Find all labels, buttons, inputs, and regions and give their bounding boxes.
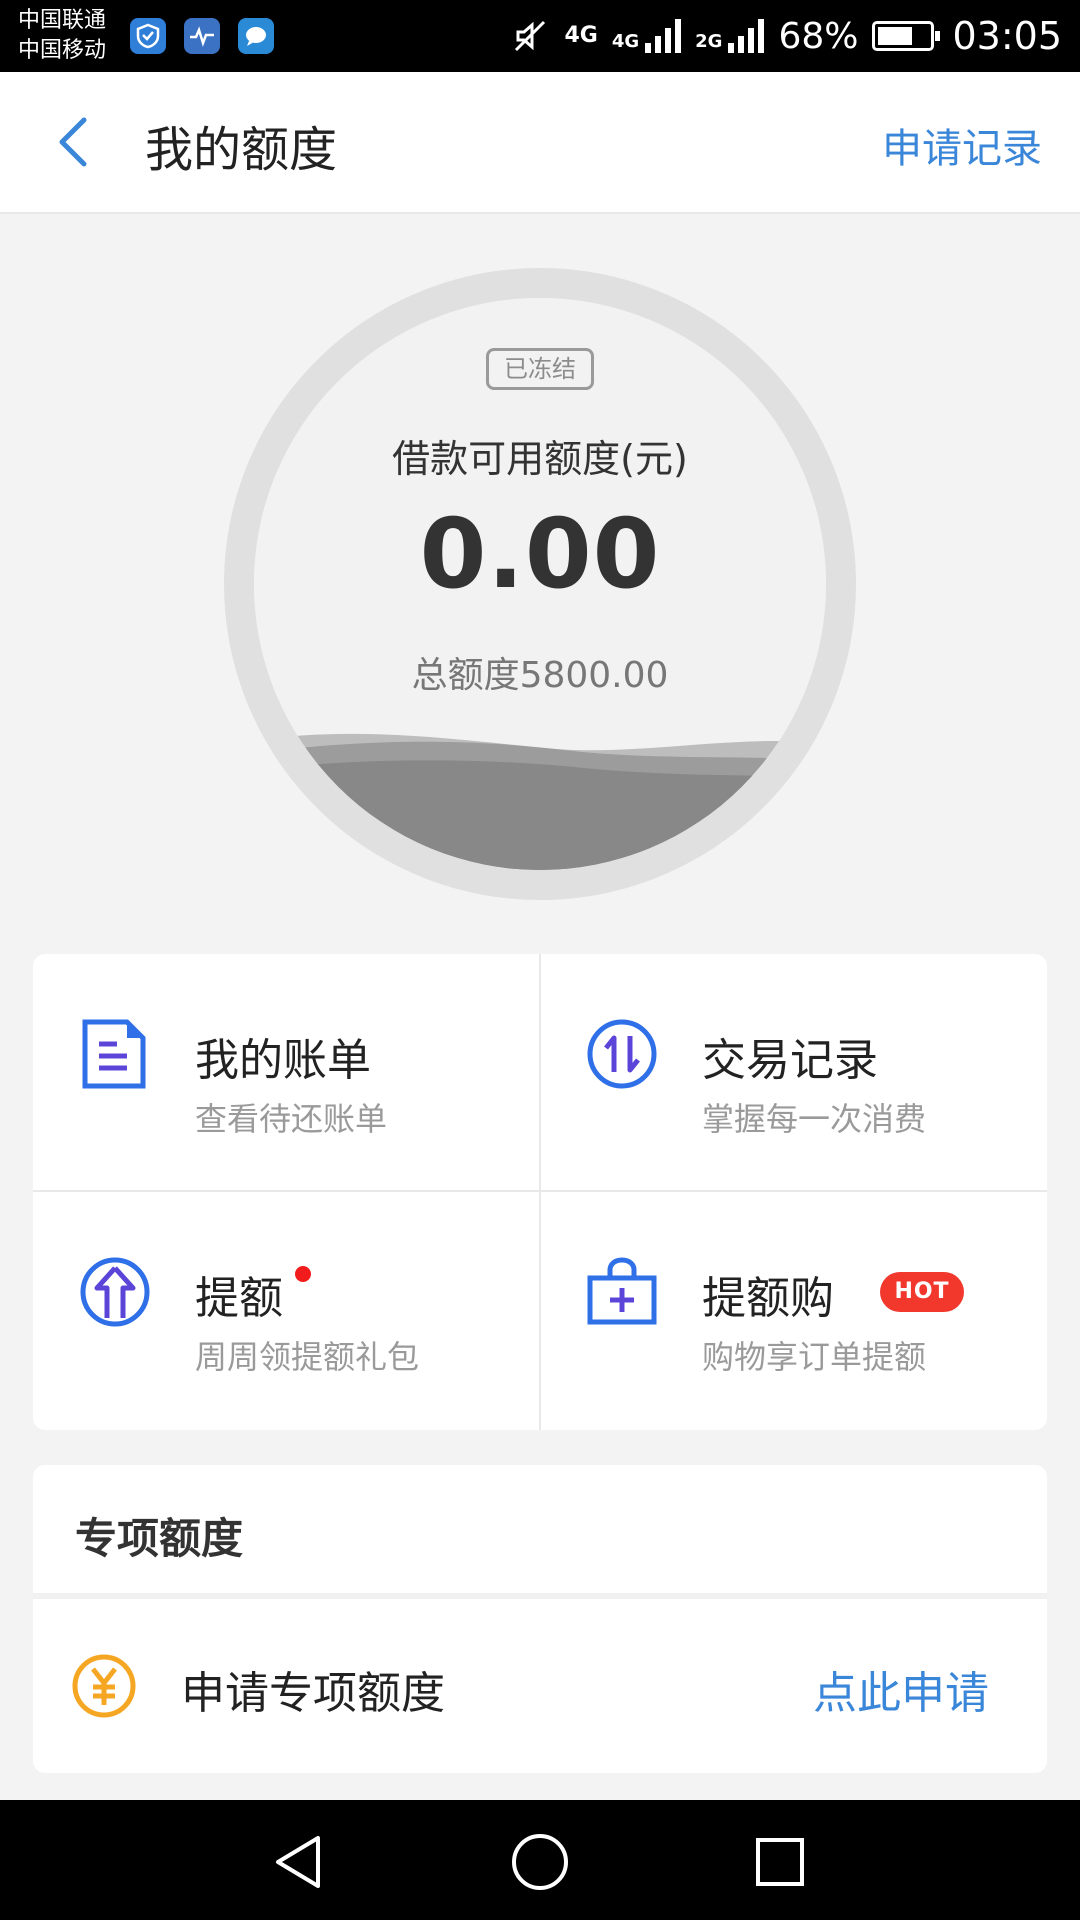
signal-group-2: 2G bbox=[695, 19, 765, 53]
nav-recents-icon[interactable] bbox=[748, 1830, 812, 1894]
screen: 中国联通 中国移动 4G 4G 2G 68% 03:05 我的额度 申请记录 已… bbox=[0, 0, 1080, 1920]
status-indicators: 4G 4G 2G 68% 03:05 bbox=[510, 0, 1062, 72]
shopping-bag-icon bbox=[587, 1257, 657, 1325]
my-bills-item[interactable]: 我的账单 查看待还账单 bbox=[33, 954, 540, 1192]
mute-icon bbox=[515, 20, 546, 52]
limit-shopping-title: 提额购 bbox=[702, 1273, 834, 1324]
application-records-link[interactable]: 申请记录 bbox=[882, 116, 1042, 174]
network-type-2: 4G bbox=[611, 31, 640, 52]
nav-home-icon[interactable] bbox=[508, 1830, 572, 1894]
special-credit-card: 专项额度 申请专项额度 点此申请 bbox=[33, 1465, 1047, 1773]
transaction-records-item[interactable]: 交易记录 掌握每一次消费 bbox=[540, 954, 1047, 1192]
carrier-2: 中国移动 bbox=[18, 38, 107, 63]
total-credit-label: 总额度5800.00 bbox=[411, 655, 669, 696]
nav-back-icon[interactable] bbox=[268, 1830, 332, 1894]
signal-bars-2 bbox=[728, 19, 765, 53]
chat-icon bbox=[238, 18, 274, 54]
status-app-icons bbox=[130, 18, 274, 54]
frozen-status-badge: 已冻结 bbox=[486, 348, 594, 390]
available-credit-value: 0.00 bbox=[419, 498, 661, 610]
system-nav-bar bbox=[0, 1800, 1080, 1920]
heart-rate-icon bbox=[184, 18, 220, 54]
status-bar: 中国联通 中国移动 4G 4G 2G 68% 03:05 bbox=[0, 0, 1080, 72]
raise-limit-title: 提额 bbox=[195, 1273, 283, 1324]
shield-icon bbox=[130, 18, 166, 54]
notification-dot bbox=[295, 1266, 311, 1282]
arrow-up-icon bbox=[80, 1257, 150, 1327]
limit-shopping-item[interactable]: 提额购 HOT 购物享订单提额 bbox=[540, 1192, 1047, 1430]
clock: 03:05 bbox=[952, 14, 1062, 58]
network-type-3: 2G bbox=[695, 31, 723, 52]
exchange-icon bbox=[587, 1019, 657, 1089]
my-bills-subtitle: 查看待还账单 bbox=[195, 1100, 388, 1138]
document-icon bbox=[82, 1019, 146, 1089]
back-button[interactable] bbox=[50, 112, 100, 172]
signal-group-1: 4G bbox=[611, 19, 682, 53]
apply-now-link[interactable]: 点此申请 bbox=[813, 1657, 989, 1721]
signal-bars-1 bbox=[645, 19, 682, 53]
limit-shopping-subtitle: 购物享订单提额 bbox=[702, 1338, 927, 1376]
battery-percent: 68% bbox=[778, 15, 859, 57]
chevron-left-icon bbox=[59, 117, 87, 167]
battery-icon bbox=[872, 21, 941, 51]
available-credit-label: 借款可用额度(元) bbox=[392, 437, 688, 481]
carrier-1: 中国联通 bbox=[18, 8, 107, 33]
network-type-1: 4G bbox=[564, 23, 598, 48]
page-title: 我的额度 bbox=[145, 122, 338, 178]
my-bills-title: 我的账单 bbox=[195, 1035, 371, 1086]
raise-limit-subtitle: 周周领提额礼包 bbox=[195, 1338, 420, 1376]
special-credit-heading: 专项额度 bbox=[75, 1514, 244, 1563]
raise-limit-item[interactable]: 提额 周周领提额礼包 bbox=[33, 1192, 540, 1430]
transaction-records-subtitle: 掌握每一次消费 bbox=[702, 1100, 927, 1138]
hot-badge: HOT bbox=[880, 1272, 964, 1312]
carrier-names: 中国联通 中国移动 bbox=[18, 6, 106, 66]
app-header: 我的额度 申请记录 bbox=[0, 72, 1080, 214]
apply-special-credit-row[interactable]: 申请专项额度 点此申请 bbox=[33, 1599, 1047, 1773]
transaction-records-title: 交易记录 bbox=[702, 1035, 878, 1086]
apply-special-credit-label: 申请专项额度 bbox=[181, 1668, 445, 1719]
yuan-coin-icon bbox=[72, 1654, 136, 1718]
credit-gauge: 已冻结 借款可用额度(元) 0.00 总额度5800.00 bbox=[224, 268, 856, 900]
feature-grid: 我的账单 查看待还账单 交易记录 掌握每一次消费 提额 周周领提额礼包 提额购 … bbox=[33, 954, 1047, 1430]
